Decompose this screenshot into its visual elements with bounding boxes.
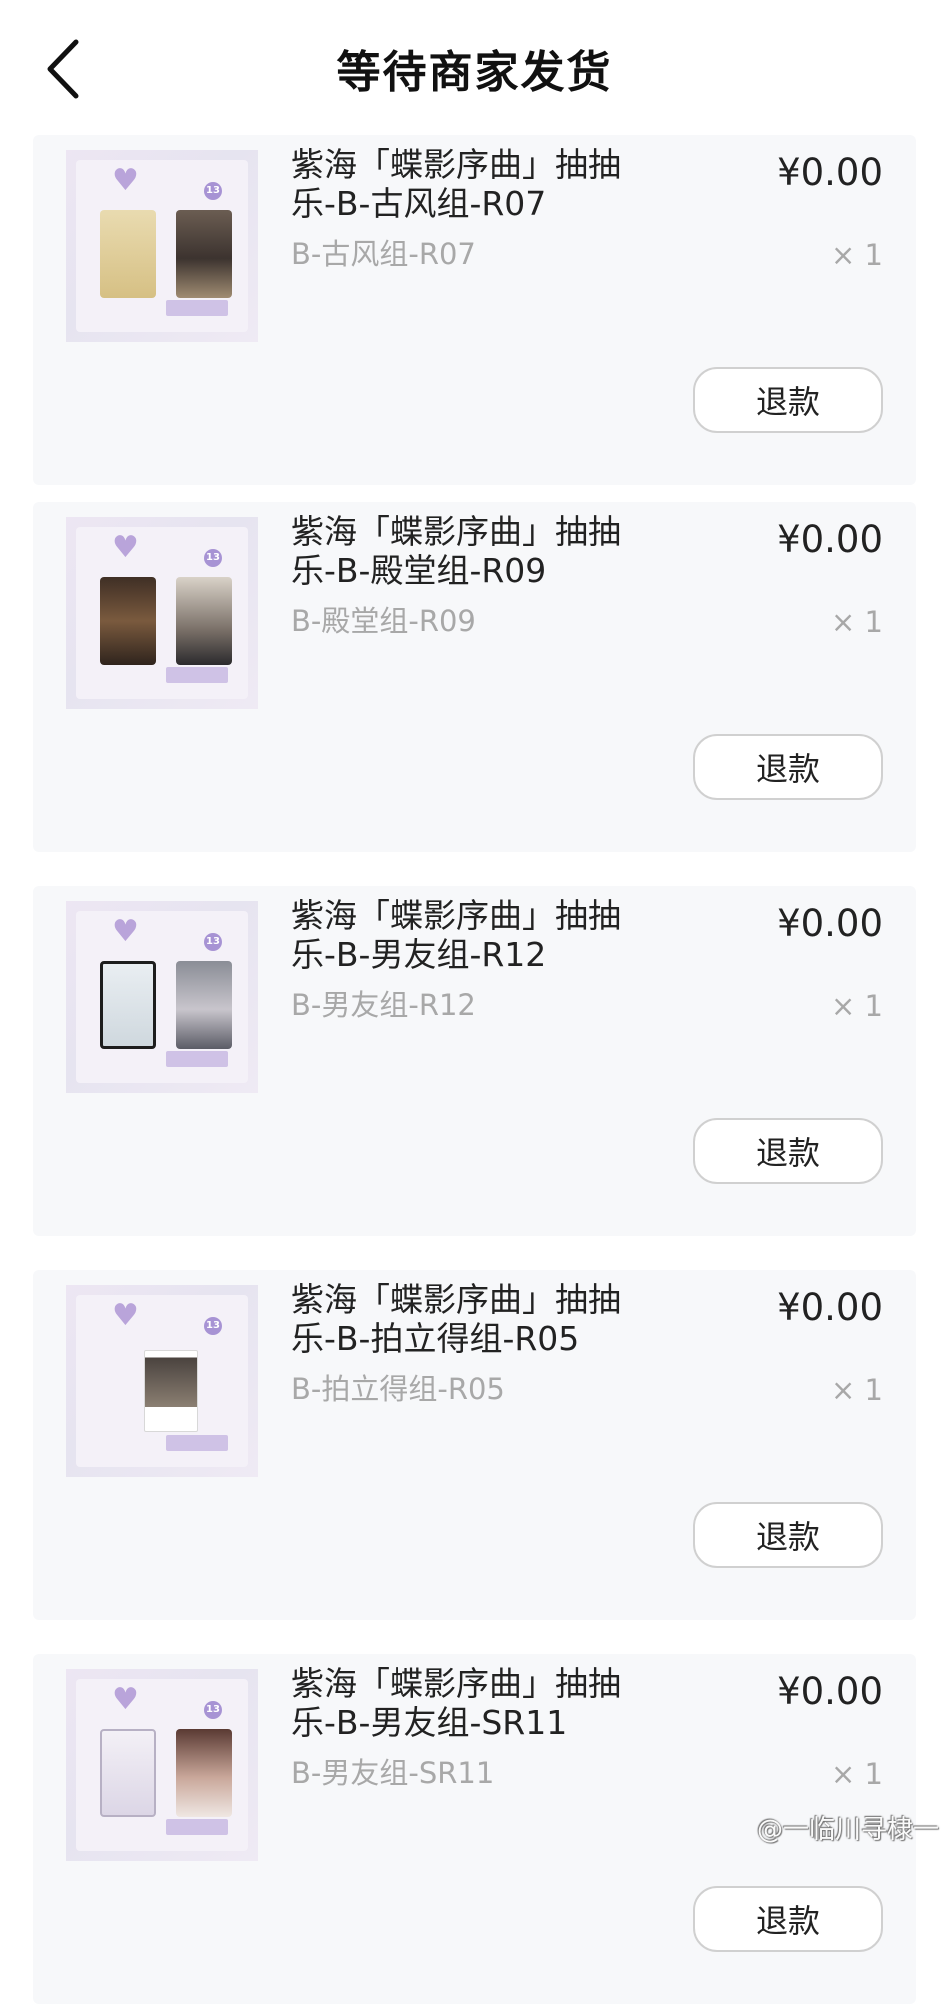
product-quantity: × 1 — [831, 606, 883, 638]
age-badge-icon: 13 — [204, 182, 222, 200]
brand-heart-icon: ♥ — [112, 166, 139, 196]
series-logo — [166, 1051, 228, 1067]
card-photo — [176, 210, 232, 298]
watermark: @一临川寻棣一 — [757, 1815, 939, 1845]
product-thumbnail[interactable]: ♥ 13 — [66, 1669, 258, 1861]
product-title[interactable]: 紫海「蝶影序曲」抽抽乐-B-男友组-SR11 — [291, 1664, 661, 1742]
card-photo — [176, 577, 232, 665]
product-price: ¥0.00 — [777, 1288, 883, 1328]
series-logo — [166, 300, 228, 316]
brand-heart-icon: ♥ — [112, 1301, 139, 1331]
product-variant: B-古风组-R07 — [291, 237, 476, 271]
age-badge-icon: 13 — [204, 1701, 222, 1719]
order-card: ♥ 13 紫海「蝶影序曲」抽抽乐-B-拍立得组-R05 B-拍立得组-R05 ¥… — [33, 1270, 916, 1620]
product-card-art: ♥ 13 — [76, 1295, 248, 1467]
refund-button[interactable]: 退款 — [693, 1502, 883, 1568]
product-title[interactable]: 紫海「蝶影序曲」抽抽乐-B-古风组-R07 — [291, 145, 661, 223]
product-quantity: × 1 — [831, 990, 883, 1022]
nav-header: 等待商家发货 — [0, 0, 949, 135]
series-logo — [166, 1819, 228, 1835]
order-card: ♥ 13 紫海「蝶影序曲」抽抽乐-B-男友组-R12 B-男友组-R12 ¥0.… — [33, 886, 916, 1236]
card-photo — [100, 577, 156, 665]
age-badge-icon: 13 — [204, 933, 222, 951]
age-badge-icon: 13 — [204, 1317, 222, 1335]
page-title: 等待商家发货 — [0, 36, 949, 100]
product-thumbnail[interactable]: ♥ 13 — [66, 150, 258, 342]
order-card: ♥ 13 紫海「蝶影序曲」抽抽乐-B-殿堂组-R09 B-殿堂组-R09 ¥0.… — [33, 502, 916, 852]
polaroid-photo — [144, 1350, 198, 1432]
series-logo — [166, 1435, 228, 1451]
product-quantity: × 1 — [831, 1374, 883, 1406]
product-card-art: ♥ 13 — [76, 527, 248, 699]
product-title[interactable]: 紫海「蝶影序曲」抽抽乐-B-殿堂组-R09 — [291, 512, 661, 590]
brand-heart-icon: ♥ — [112, 533, 139, 563]
product-thumbnail[interactable]: ♥ 13 — [66, 901, 258, 1093]
brand-heart-icon: ♥ — [112, 917, 139, 947]
product-variant: B-殿堂组-R09 — [291, 604, 476, 638]
card-photo — [100, 1729, 156, 1817]
product-price: ¥0.00 — [777, 904, 883, 944]
card-photo — [176, 1729, 232, 1817]
product-title[interactable]: 紫海「蝶影序曲」抽抽乐-B-男友组-R12 — [291, 896, 661, 974]
brand-heart-icon: ♥ — [112, 1685, 139, 1715]
product-card-art: ♥ 13 — [76, 160, 248, 332]
card-photo — [176, 961, 232, 1049]
product-price: ¥0.00 — [777, 1672, 883, 1712]
refund-button[interactable]: 退款 — [693, 1118, 883, 1184]
product-thumbnail[interactable]: ♥ 13 — [66, 517, 258, 709]
product-price: ¥0.00 — [777, 153, 883, 193]
product-quantity: × 1 — [831, 1758, 883, 1790]
refund-button[interactable]: 退款 — [693, 734, 883, 800]
product-price: ¥0.00 — [777, 520, 883, 560]
series-logo — [166, 667, 228, 683]
order-card: ♥ 13 紫海「蝶影序曲」抽抽乐-B-古风组-R07 B-古风组-R07 ¥0.… — [33, 135, 916, 485]
product-thumbnail[interactable]: ♥ 13 — [66, 1285, 258, 1477]
refund-button[interactable]: 退款 — [693, 1886, 883, 1952]
card-photo — [100, 210, 156, 298]
product-quantity: × 1 — [831, 239, 883, 271]
product-card-art: ♥ 13 — [76, 911, 248, 1083]
order-list: ♥ 13 紫海「蝶影序曲」抽抽乐-B-古风组-R07 B-古风组-R07 ¥0.… — [0, 0, 949, 1853]
age-badge-icon: 13 — [204, 549, 222, 567]
product-card-art: ♥ 13 — [76, 1679, 248, 1851]
card-photo — [100, 961, 156, 1049]
product-variant: B-拍立得组-R05 — [291, 1372, 505, 1406]
refund-button[interactable]: 退款 — [693, 367, 883, 433]
product-variant: B-男友组-R12 — [291, 988, 476, 1022]
product-title[interactable]: 紫海「蝶影序曲」抽抽乐-B-拍立得组-R05 — [291, 1280, 661, 1358]
product-variant: B-男友组-SR11 — [291, 1756, 494, 1790]
